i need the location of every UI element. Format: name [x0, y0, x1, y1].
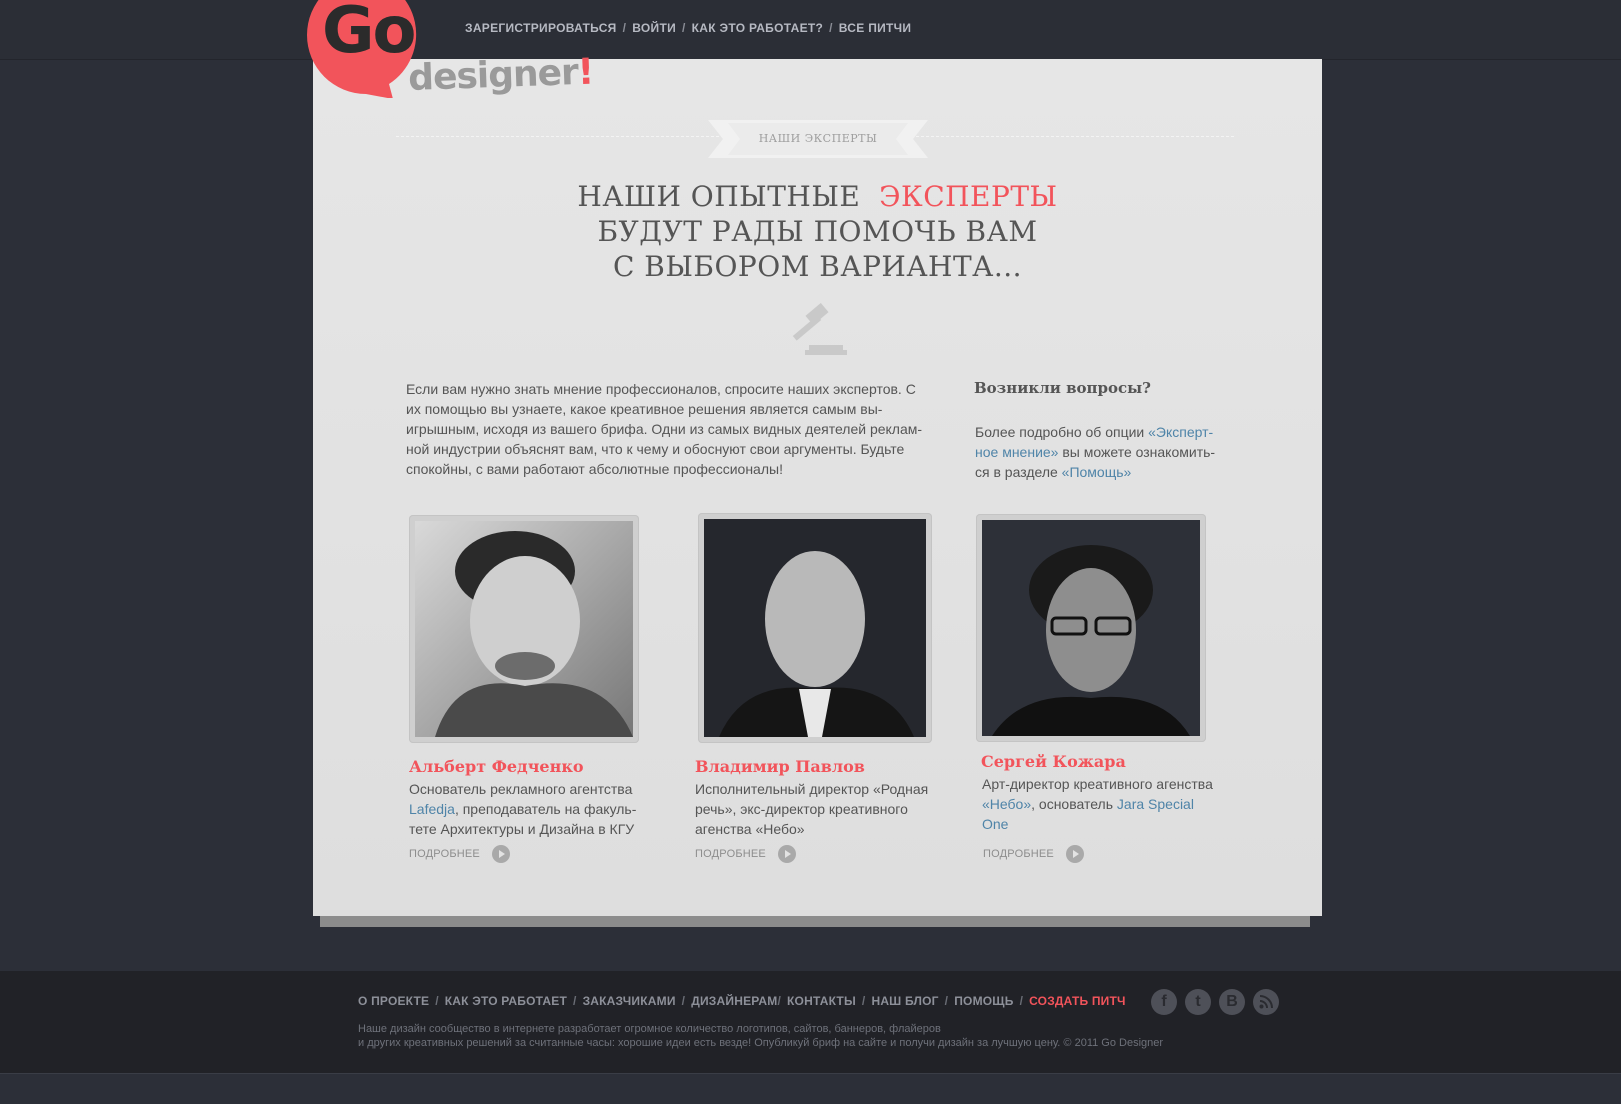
nav-how-it-works[interactable]: КАК ЭТО РАБОТАЕТ? [692, 21, 823, 35]
more-button-fedchenko[interactable]: ПОДРОБНЕЕ [409, 845, 510, 863]
footer-nav-help[interactable]: ПОМОЩЬ [954, 994, 1013, 1008]
footer-nav-blog[interactable]: НАШ БЛОГ [871, 994, 938, 1008]
footer-nav-designers[interactable]: ДИЗАЙНЕРАМ [691, 994, 777, 1008]
footer-nav-how[interactable]: КАК ЭТО РАБОТАЕТ [445, 994, 567, 1008]
site-logo[interactable]: Go designer! [303, 0, 594, 105]
expert-photo-frame [409, 515, 639, 743]
faq-title: Возникли вопросы? [974, 379, 1151, 397]
expert-photo-pavlov[interactable] [704, 519, 926, 737]
footer-nav-create-pitch[interactable]: СОЗДАТЬ ПИТЧ [1029, 994, 1126, 1008]
footer-nav-about[interactable]: О ПРОЕКТЕ [358, 994, 429, 1008]
expert-photo-kozhara[interactable] [982, 520, 1200, 736]
nav-login[interactable]: ВОЙТИ [632, 21, 676, 35]
logo-designer-text: designer! [407, 51, 594, 99]
expert-name-pavlov[interactable]: Владимир Павлов [695, 757, 865, 776]
nav-all-pitches[interactable]: ВСЕ ПИТЧИ [839, 21, 912, 35]
rss-icon[interactable] [1253, 989, 1279, 1015]
more-button-pavlov[interactable]: ПОДРОБНЕЕ [695, 845, 796, 863]
expert-photo-fedchenko[interactable] [415, 521, 633, 737]
footer-nav-contacts[interactable]: КОНТАКТЫ [787, 994, 856, 1008]
help-link[interactable]: «Помощь» [1062, 464, 1132, 480]
expert-desc-kozhara: Арт-директор креативного агенства «Небо»… [982, 776, 1213, 832]
footer-nav: О ПРОЕКТЕ / КАК ЭТО РАБОТАЕТ / ЗАКАЗЧИКАМИ / Д… [358, 994, 1126, 1008]
main-panel: НАШИ ЭКСПЕРТЫ НАШИ ОПЫТНЫЕ ЭКСПЕРТЫ БУДУ… [313, 59, 1322, 916]
facebook-icon[interactable]: f [1151, 989, 1177, 1015]
footer-nav-clients[interactable]: ЗАКАЗЧИКАМИ [583, 994, 676, 1008]
gavel-icon [792, 303, 847, 355]
footer: О ПРОЕКТЕ / КАК ЭТО РАБОТАЕТ / ЗАКАЗЧИКАМИ / Д… [0, 971, 1621, 1073]
expert-desc-pavlov: Исполнительный директор «Родная речь», э… [695, 781, 929, 837]
footer-bottom-strip [0, 1073, 1621, 1104]
play-arrow-icon [777, 845, 796, 863]
expert-name-fedchenko[interactable]: Альберт Федченко [409, 757, 584, 776]
intro-text: Если вам нужно знать мнение профессионал… [406, 381, 923, 477]
lafedja-link[interactable]: Lafedja [409, 801, 455, 817]
footer-description: Наше дизайн сообщество в интернете разра… [358, 1023, 1164, 1049]
expert-name-kozhara[interactable]: Сергей Кожара [981, 752, 1126, 771]
more-button-kozhara[interactable]: ПОДРОБНЕЕ [983, 845, 1084, 863]
page-headline: НАШИ ОПЫТНЫЕ ЭКСПЕРТЫ БУДУТ РАДЫ ПОМОЧЬ … [577, 180, 1058, 283]
play-arrow-icon [1065, 845, 1084, 863]
logo-go-text: Go [322, 0, 416, 68]
nebo-link[interactable]: «Небо» [982, 796, 1031, 812]
section-label: НАШИ ЭКСПЕРТЫ [758, 132, 878, 145]
twitter-icon[interactable]: t [1185, 989, 1211, 1015]
vk-icon[interactable]: B [1219, 989, 1245, 1015]
expert-photo-frame [976, 514, 1206, 742]
play-arrow-icon [491, 845, 510, 863]
faq-text: Более подробно об опции «Эксперт-ное мне… [975, 424, 1216, 480]
expert-desc-fedchenko: Основатель рекламного агентства Lafedja,… [409, 781, 637, 837]
expert-photo-frame [698, 513, 932, 743]
